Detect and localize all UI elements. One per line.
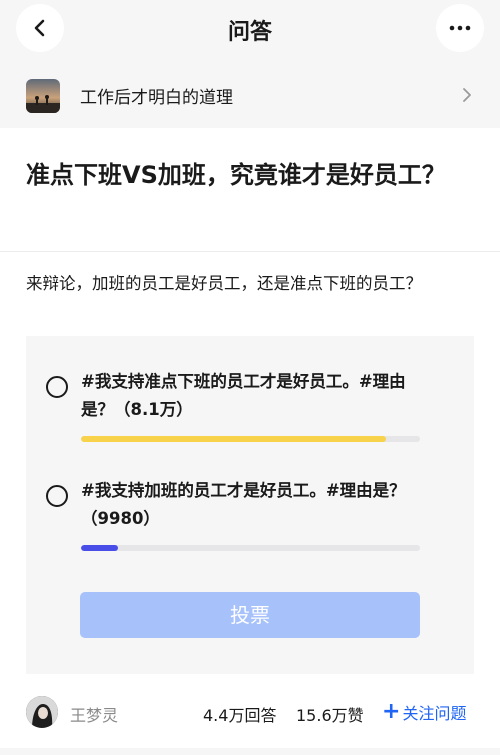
- poll-option-2-progress: [81, 545, 420, 551]
- chevron-right-icon: [463, 88, 471, 102]
- plus-icon: +: [382, 699, 401, 724]
- more-button[interactable]: [436, 4, 484, 52]
- topic-link[interactable]: 工作后才明白的道理: [0, 63, 500, 127]
- answer-count: 4.4万回答: [203, 706, 277, 725]
- top-bar: 问答: [0, 0, 500, 62]
- follow-question-button[interactable]: + 关注问题: [382, 700, 466, 724]
- poll-option-2-radio[interactable]: [46, 485, 68, 507]
- like-count: 15.6万赞: [296, 706, 364, 725]
- topic-thumbnail: [26, 79, 60, 113]
- more-dots-icon: [449, 25, 471, 31]
- topic-label: 工作后才明白的道理: [80, 88, 233, 108]
- avatar[interactable]: [26, 696, 58, 728]
- poll-option-1-fill: [81, 436, 387, 442]
- poll: #我支持准点下班的员工才是好员工。#理由是？（8.1万） #我支持加班的员工才是…: [26, 336, 474, 674]
- poll-option-1-radio[interactable]: [46, 376, 68, 398]
- question-title: 准点下班VS加班，究竟谁才是好员工？: [26, 161, 446, 189]
- divider: [0, 251, 500, 252]
- poll-option-2-label[interactable]: #我支持加班的员工才是好员工。#理由是？（9980）: [81, 477, 421, 533]
- author-name[interactable]: 王梦灵: [70, 702, 118, 726]
- page-title: 问答: [227, 20, 272, 45]
- poll-option-1-progress: [81, 436, 420, 442]
- question-footer: 王梦灵 4.4万回答 15.6万赞 + 关注问题: [0, 690, 500, 736]
- poll-option-2-fill: [81, 545, 119, 551]
- follow-label: 关注问题: [402, 704, 467, 723]
- poll-option-1-label[interactable]: #我支持准点下班的员工才是好员工。#理由是？（8.1万）: [81, 368, 421, 424]
- question-description: 来辩论，加班的员工是好员工，还是准点下班的员工？: [26, 274, 422, 293]
- vote-button[interactable]: 投票: [80, 592, 420, 638]
- question-card: 准点下班VS加班，究竟谁才是好员工？ 来辩论，加班的员工是好员工，还是准点下班的…: [0, 128, 500, 748]
